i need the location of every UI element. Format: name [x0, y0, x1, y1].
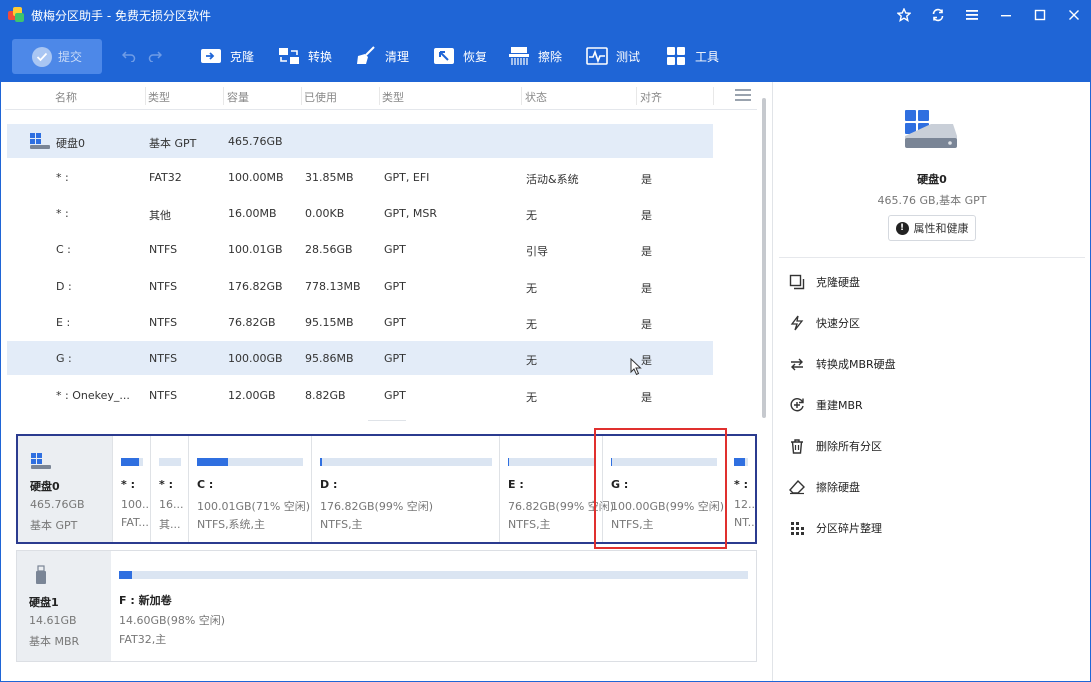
partition-block[interactable]: * : 12... NT...: [725, 436, 756, 542]
table-row[interactable]: E : NTFS 76.82GB 95.15MB GPT 无是: [7, 305, 713, 339]
toolbar-clone-button[interactable]: 克隆: [200, 44, 254, 68]
usb-drive-icon: [35, 565, 47, 588]
table-row[interactable]: C : NTFS 100.01GB 28.56GB GPT 引导是: [7, 232, 713, 266]
partition-block[interactable]: C : 100.01GB(71% 空闲) NTFS,系统,主: [188, 436, 311, 542]
table-row[interactable]: * : FAT32 100.00MB 31.85MB GPT, EFI 活动&系统是: [7, 160, 713, 194]
submit-button[interactable]: 提交: [12, 39, 102, 74]
op-clone-disk[interactable]: 克隆硬盘: [789, 271, 860, 293]
splitter-handle[interactable]: [368, 420, 406, 423]
partition-block[interactable]: F : 新加卷 14.60GB(98% 空闲) FAT32,主: [111, 551, 756, 661]
title-bar: 傲梅分区助手 - 免费无损分区软件: [0, 0, 1091, 30]
op-rebuild-mbr[interactable]: 重建MBR: [789, 394, 863, 416]
partition-block[interactable]: D : 176.82GB(99% 空闲) NTFS,主: [311, 436, 499, 542]
vertical-scrollbar[interactable]: [762, 98, 766, 418]
maximize-icon[interactable]: [1023, 0, 1057, 30]
usage-bar: [197, 458, 303, 466]
main-toolbar: 提交 克隆 转换 清理 恢复 擦除 测试 工具: [0, 30, 1091, 82]
defrag-icon: [789, 520, 805, 536]
disk1-info[interactable]: 硬盘1 14.61GB 基本 MBR: [17, 551, 111, 661]
partition-block[interactable]: E : 76.82GB(99% 空闲) NTFS,主: [499, 436, 614, 542]
restore-icon: [433, 45, 455, 67]
usage-bar: [734, 458, 748, 466]
disk0-type: 基本 GPT: [30, 519, 78, 532]
submit-label: 提交: [57, 50, 82, 64]
star-icon[interactable]: [887, 0, 921, 30]
disk-large-icon: [903, 108, 959, 152]
disk1-size: 14.61GB: [29, 614, 77, 627]
toolbar-clean-button[interactable]: 清理: [355, 44, 409, 68]
op-quick-partition[interactable]: 快速分区: [789, 312, 860, 334]
broom-icon: [355, 45, 377, 67]
grid-tools-icon: [665, 45, 687, 67]
info-icon: !: [895, 221, 909, 235]
disk-details-panel: 硬盘0 465.76 GB,基本 GPT ! 属性和健康 克隆硬盘 快速分区 转…: [772, 82, 1091, 682]
close-icon[interactable]: [1057, 0, 1091, 30]
table-row[interactable]: * : Onekey_... NTFS 12.00GB 8.82GB GPT 无是: [7, 378, 713, 412]
undo-icon[interactable]: [121, 48, 136, 66]
rebuild-icon: [789, 397, 805, 413]
disk1-map[interactable]: 硬盘1 14.61GB 基本 MBR F : 新加卷 14.60GB(98% 空…: [16, 550, 757, 662]
table-header: 名称 类型 容量 已使用 类型 状态 对齐: [5, 82, 757, 110]
partition-block[interactable]: * : 16... 其...: [150, 436, 188, 542]
col-used[interactable]: 已使用: [304, 89, 337, 105]
table-row[interactable]: D : NTFS 176.82GB 778.13MB GPT 无是: [7, 269, 713, 303]
disk-icon: [29, 132, 51, 153]
op-delete-all-partitions[interactable]: 删除所有分区: [789, 435, 882, 457]
disk1-type: 基本 MBR: [29, 635, 80, 648]
usage-bar: [119, 571, 748, 579]
usage-bar: [320, 458, 492, 466]
toolbar-restore-button[interactable]: 恢复: [433, 44, 487, 68]
disk1-name: 硬盘1: [29, 596, 59, 609]
disk0-name: 硬盘0: [30, 480, 60, 493]
properties-health-button[interactable]: ! 属性和健康: [888, 215, 976, 241]
column-settings-icon[interactable]: [735, 89, 751, 101]
check-icon: [31, 46, 52, 67]
disk0-info[interactable]: 硬盘0 465.76GB 基本 GPT: [18, 436, 112, 542]
table-row-selected[interactable]: G : NTFS 100.00GB 95.86MB GPT 无是: [7, 341, 713, 375]
clone-disk-icon: [789, 274, 805, 290]
menu-icon[interactable]: [955, 0, 989, 30]
table-row[interactable]: * : 其他 16.00MB 0.00KB GPT, MSR 无是: [7, 196, 713, 230]
convert-icon: [278, 45, 300, 67]
disk-icon: [30, 452, 52, 473]
col-fs[interactable]: 类型: [148, 89, 170, 105]
minimize-icon[interactable]: [989, 0, 1023, 30]
shredder-icon: [508, 45, 530, 67]
window-title: 傲梅分区助手 - 免费无损分区软件: [31, 8, 211, 23]
disk0-size: 465.76GB: [30, 498, 85, 511]
lightning-icon: [789, 315, 805, 331]
op-convert-mbr[interactable]: 转换成MBR硬盘: [789, 353, 896, 375]
trash-icon: [789, 438, 805, 454]
convert-arrows-icon: [789, 356, 805, 372]
usage-bar: [121, 458, 143, 466]
disk-row[interactable]: 硬盘0 基本 GPT 465.76GB: [7, 124, 713, 158]
op-wipe-disk[interactable]: 擦除硬盘: [789, 476, 860, 498]
eraser-icon: [789, 479, 805, 495]
partition-block[interactable]: * : 100... FAT...: [112, 436, 150, 542]
toolbar-convert-button[interactable]: 转换: [278, 44, 332, 68]
partition-list-panel: 名称 类型 容量 已使用 类型 状态 对齐 硬盘0 基本 GPT 465.76G…: [0, 82, 772, 682]
op-defragment[interactable]: 分区碎片整理: [789, 517, 882, 539]
selected-disk-name: 硬盘0: [917, 173, 947, 186]
redo-icon[interactable]: [148, 48, 163, 66]
selected-disk-summary: 465.76 GB,基本 GPT: [877, 194, 987, 207]
toolbar-tools-button[interactable]: 工具: [665, 44, 719, 68]
mouse-cursor-icon: [630, 357, 642, 379]
usage-bar: [159, 458, 181, 466]
toolbar-wipe-button[interactable]: 擦除: [508, 44, 562, 68]
app-logo-icon: [8, 7, 24, 23]
col-type[interactable]: 类型: [382, 89, 404, 105]
clone-icon: [200, 45, 222, 67]
col-align[interactable]: 对齐: [640, 89, 662, 105]
usage-bar: [508, 458, 596, 466]
col-capacity[interactable]: 容量: [227, 89, 249, 105]
col-name[interactable]: 名称: [55, 89, 77, 105]
refresh-icon[interactable]: [921, 0, 955, 30]
selection-highlight-box: [594, 428, 727, 549]
pulse-icon: [586, 45, 608, 67]
toolbar-test-button[interactable]: 测试: [586, 44, 640, 68]
col-status[interactable]: 状态: [525, 89, 547, 105]
